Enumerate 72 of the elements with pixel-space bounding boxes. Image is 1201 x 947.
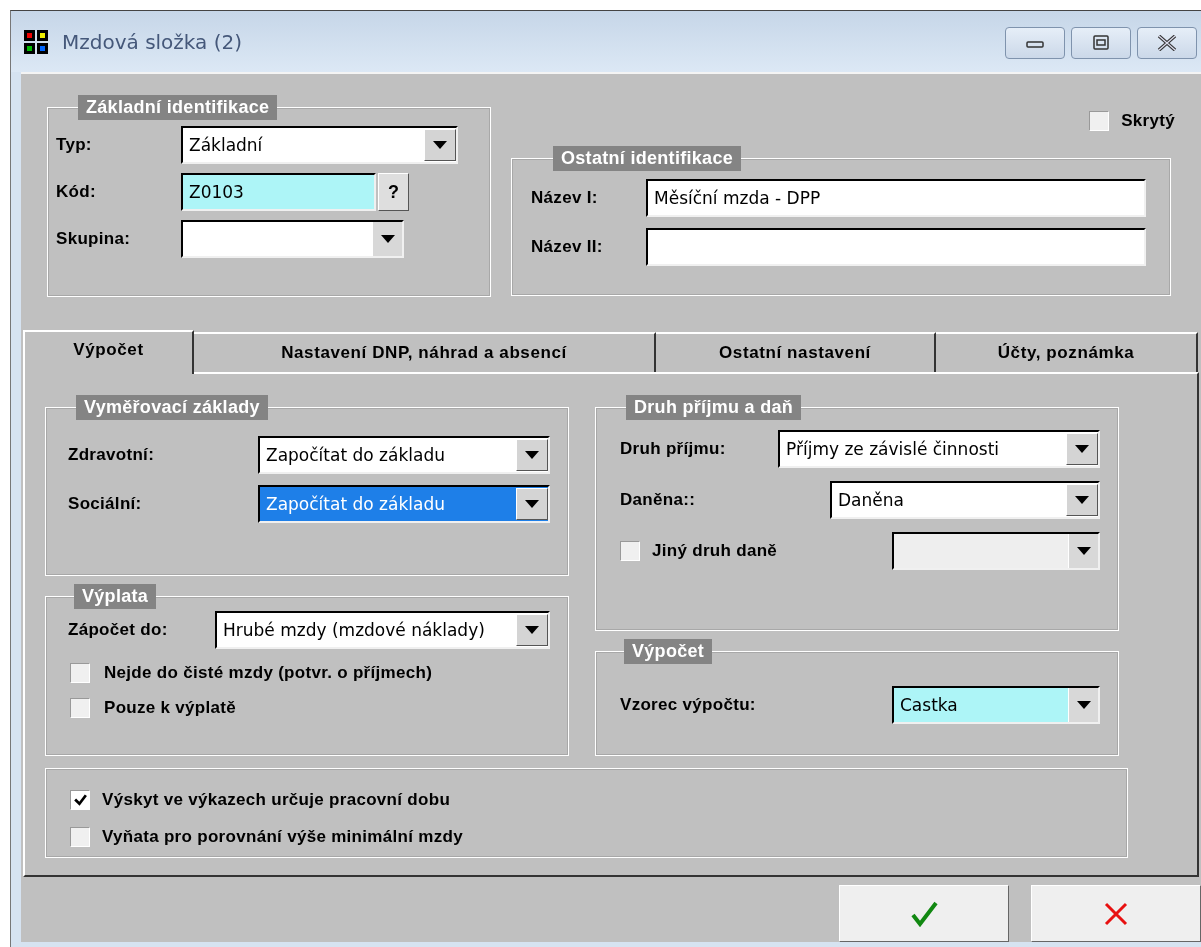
dropdown-arrow-button[interactable] bbox=[1068, 688, 1098, 722]
dropdown-field[interactable]: Hrubé mzdy (mzdové náklady) bbox=[215, 611, 550, 649]
window-title: Mzdová složka (2) bbox=[62, 29, 243, 54]
group-legend: Vyměřovací základy bbox=[76, 395, 268, 420]
dropdown-field[interactable]: Příjmy ze závislé činnosti bbox=[778, 430, 1100, 468]
checkbox-label: Pouze k výplatě bbox=[104, 697, 237, 718]
checkbox-label: Vyňata pro porovnání výše minimální mzdy bbox=[102, 826, 463, 847]
caret-icon bbox=[525, 451, 539, 459]
checkbox[interactable] bbox=[70, 826, 90, 847]
caret-icon bbox=[433, 141, 447, 149]
field-label: Daněna:: bbox=[620, 490, 697, 510]
dropdown-arrow-button[interactable] bbox=[516, 614, 548, 646]
field-label: Vzorec výpočtu: bbox=[620, 695, 757, 715]
close-button[interactable] bbox=[1137, 26, 1197, 59]
group-legend: Výplata bbox=[74, 584, 157, 609]
lookup-button[interactable]: ? bbox=[378, 173, 409, 211]
field-label: Název II: bbox=[531, 237, 604, 257]
checkbox[interactable] bbox=[1089, 111, 1110, 131]
field-label: Skupina: bbox=[56, 229, 132, 249]
dropdown-field[interactable]: Castka bbox=[892, 686, 1100, 724]
caret-icon bbox=[1077, 547, 1091, 555]
caret-icon bbox=[1075, 445, 1089, 453]
group-legend: Ostatní identifikace bbox=[553, 146, 742, 171]
tab[interactable]: Účty, poznámka bbox=[936, 332, 1198, 372]
close-icon bbox=[1103, 900, 1129, 927]
dropdown-arrow-button[interactable] bbox=[1066, 433, 1098, 465]
dropdown-arrow-button[interactable] bbox=[516, 439, 548, 471]
dropdown-field[interactable] bbox=[181, 220, 404, 258]
minimize-button[interactable] bbox=[1005, 26, 1065, 59]
dropdown-field[interactable]: Daněna bbox=[830, 481, 1100, 519]
group-legend: Výpočet bbox=[624, 639, 713, 664]
caret-icon bbox=[1075, 496, 1089, 504]
caret-icon bbox=[381, 235, 395, 243]
checkbox[interactable] bbox=[70, 662, 90, 683]
dropdown-arrow-button[interactable] bbox=[516, 488, 548, 520]
tab[interactable]: Výpočet bbox=[23, 330, 194, 374]
ok-button[interactable] bbox=[839, 885, 1009, 942]
group-legend: Druh příjmu a daň bbox=[626, 395, 802, 420]
field-label: Druh příjmu: bbox=[620, 439, 727, 459]
field-label: Zdravotní: bbox=[68, 445, 156, 465]
close-icon bbox=[1156, 34, 1178, 51]
text-field[interactable]: Měsíční mzda - DPP bbox=[646, 179, 1146, 217]
caret-icon bbox=[525, 626, 539, 634]
tab[interactable]: Nastavení DNP, náhrad a absencí bbox=[194, 332, 656, 372]
checkbox-label: Skrytý bbox=[1121, 111, 1175, 131]
code-field[interactable]: Z0103 bbox=[181, 173, 376, 211]
field-label: Typ: bbox=[56, 135, 93, 155]
group-legend: Základní identifikace bbox=[78, 95, 278, 120]
checkbox-label: Nejde do čisté mzdy (potvr. o příjmech) bbox=[104, 662, 433, 683]
checkmark-icon bbox=[910, 900, 938, 927]
field-label: Kód: bbox=[56, 182, 97, 202]
maximize-icon bbox=[1091, 34, 1111, 51]
grid-icon bbox=[23, 28, 49, 55]
field-label: Sociální: bbox=[68, 494, 143, 514]
checkbox-label: Výskyt ve výkazech určuje pracovní dobu bbox=[102, 789, 451, 810]
dropdown-field[interactable]: Základní bbox=[181, 126, 458, 164]
cancel-button[interactable] bbox=[1031, 885, 1201, 942]
field-label: Zápočet do: bbox=[68, 620, 169, 640]
dropdown-arrow-button[interactable] bbox=[424, 129, 456, 161]
checkbox[interactable] bbox=[70, 789, 90, 810]
text-field[interactable] bbox=[646, 228, 1146, 266]
checkbox-label: Jiný druh daně bbox=[652, 541, 779, 561]
dropdown-field[interactable]: Započítat do základu bbox=[258, 485, 550, 523]
field-label: Název I: bbox=[531, 188, 599, 208]
tab[interactable]: Ostatní nastavení bbox=[656, 332, 936, 372]
caret-icon bbox=[1077, 701, 1091, 709]
dropdown-arrow-button[interactable] bbox=[1066, 484, 1098, 516]
caret-icon bbox=[525, 500, 539, 508]
checkbox[interactable] bbox=[70, 697, 90, 718]
maximize-button[interactable] bbox=[1071, 26, 1131, 59]
dropdown-arrow-button[interactable] bbox=[372, 222, 402, 256]
dropdown-field[interactable]: Započítat do základu bbox=[258, 436, 550, 474]
